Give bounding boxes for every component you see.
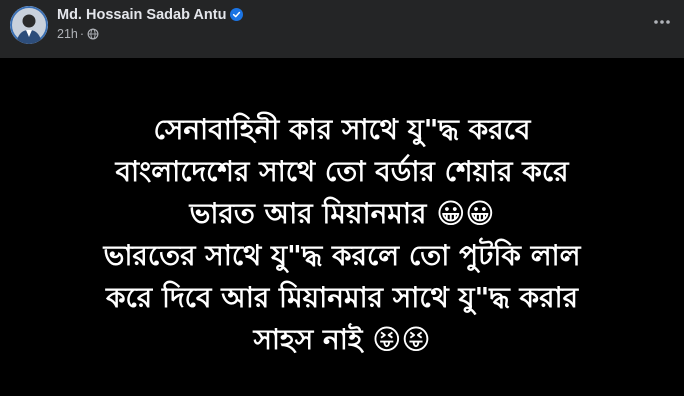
post-text-line: ভারতের সাথে যু"দ্ধ করলে তো পুটকি লাল [103, 239, 581, 272]
post-text-line: সেনাবাহিনী কার সাথে যু"দ্ধ করবে [153, 113, 531, 146]
author-avatar[interactable] [10, 6, 48, 44]
post-options-button[interactable] [650, 10, 674, 34]
more-horizontal-icon [654, 20, 670, 24]
post-meta: 21h · [57, 27, 99, 41]
globe-icon[interactable] [87, 28, 99, 40]
post-text-line: সাহস নাই 😝😝 [253, 323, 431, 356]
post-text-line: ভারত আর মিয়ানমার 😀😀 [189, 197, 495, 230]
author-name[interactable]: Md. Hossain Sadab Antu [57, 7, 226, 23]
author-name-link[interactable]: Md. Hossain Sadab Antu [57, 6, 244, 24]
facebook-post: Md. Hossain Sadab Antu 21h · সেনাবাহিনী ক… [0, 0, 684, 396]
post-text-line: বাংলাদেশের সাথে তো বর্ডার শেয়ার করে [115, 155, 569, 188]
meta-separator: · [79, 27, 85, 41]
verified-badge-icon [230, 8, 244, 21]
post-text-background: সেনাবাহিনী কার সাথে যু"দ্ধ করবে বাংলাদেশ… [0, 58, 684, 396]
avatar-photo-icon [10, 6, 48, 44]
post-header: Md. Hossain Sadab Antu 21h · [0, 0, 684, 56]
post-timestamp[interactable]: 21h [57, 27, 78, 41]
post-text-line: করে দিবে আর মিয়ানমার সাথে যু"দ্ধ করার [105, 281, 579, 314]
post-text: সেনাবাহিনী কার সাথে যু"দ্ধ করবে বাংলাদেশ… [103, 109, 580, 361]
